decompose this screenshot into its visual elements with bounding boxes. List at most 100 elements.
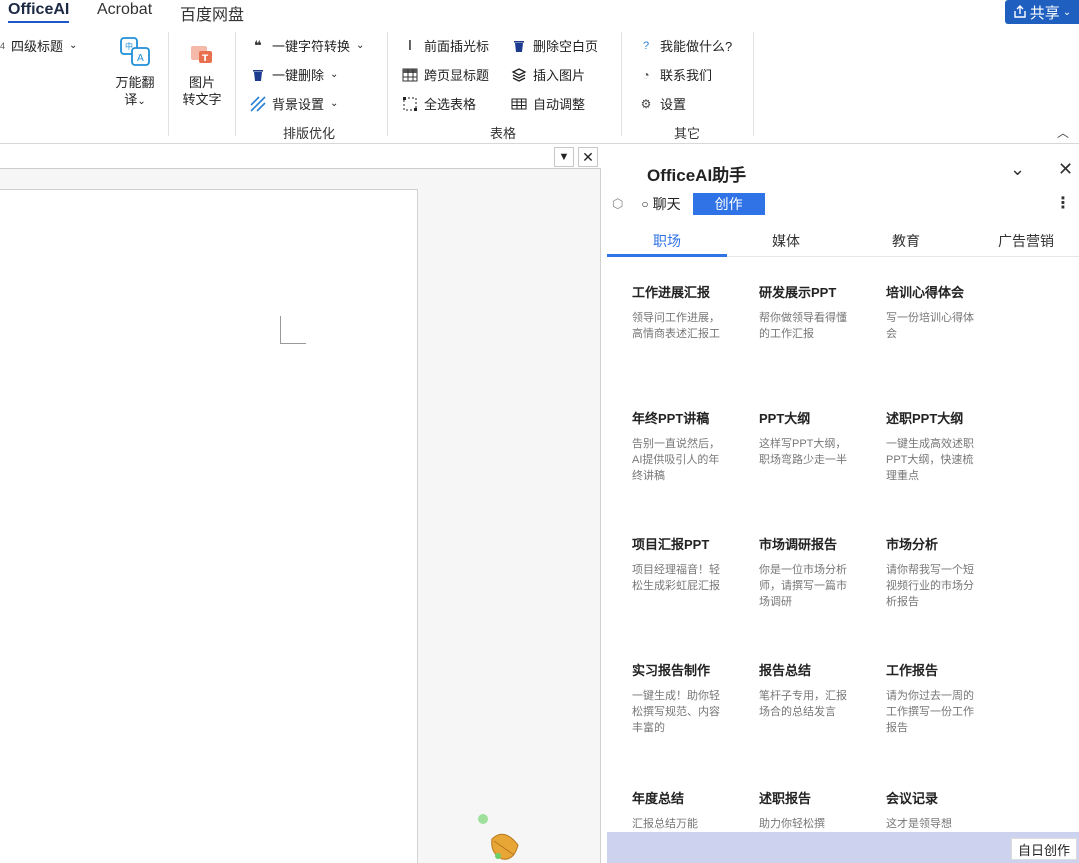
char-convert-button[interactable]: ❝ 一键字符转换 ⌄	[250, 36, 364, 55]
top-tab-bar: OfficeAI Acrobat 百度网盘 共享 ⌄	[0, 0, 1079, 26]
repeat-header-label: 跨页显标题	[424, 68, 490, 83]
template-card[interactable]: 年终PPT讲稿 告别一直说然后，AI提供吸引人的年终讲稿	[632, 409, 722, 484]
template-card[interactable]: 培训心得体会 写一份培训心得体会	[886, 283, 976, 342]
category-advertising[interactable]: 广告营销	[998, 231, 1054, 251]
card-title: 工作报告	[886, 663, 939, 678]
category-education[interactable]: 教育	[892, 231, 920, 251]
translate-icon: 中 A	[120, 37, 150, 66]
template-card[interactable]: 项目汇报PPT 项目经理福音！轻松生成彩虹屁汇报	[632, 535, 722, 610]
card-desc: 这才是领导想	[886, 818, 952, 830]
translate-label-1: 万能翻	[115, 75, 155, 90]
share-button[interactable]: 共享 ⌄	[1005, 0, 1079, 24]
close-icon[interactable]: ✕	[1058, 159, 1073, 180]
card-desc: 一键生成高效述职PPT大纲，快速梳理重点	[886, 438, 974, 482]
insert-cursor-label: 前面插光标	[424, 39, 490, 54]
card-title: 培训心得体会	[886, 285, 965, 300]
insert-cursor-before-button[interactable]: I 前面插光标	[402, 36, 489, 55]
divider	[753, 32, 754, 136]
card-desc: 领导问工作进展，高情商表述汇报工作	[632, 312, 720, 340]
template-card[interactable]: 市场分析 请你帮我写一个短视频行业的市场分析报告	[886, 535, 976, 610]
chevron-down-icon: ⌄	[1062, 6, 1072, 18]
wechat-icon: ◔	[642, 67, 650, 82]
image-to-text-button[interactable]: T 图片 转文字	[178, 42, 226, 108]
divider	[235, 32, 236, 136]
background-settings-label: 背景设置	[272, 97, 325, 112]
template-card[interactable]: 年度总结 汇报总结万能	[632, 789, 722, 832]
translate-button[interactable]: 中 A 万能翻 译⌄	[110, 36, 160, 110]
quick-delete-button[interactable]: 一键删除 ⌄	[250, 65, 338, 84]
what-can-i-do-button[interactable]: ? 我能做什么?	[638, 36, 732, 55]
heading-level-dropdown[interactable]: 4 四级标题 ⌄	[0, 36, 77, 55]
template-card[interactable]: 报告总结 笔杆子专用，汇报场合的总结发言	[759, 661, 849, 736]
contact-us-button[interactable]: ◔ 联系我们	[638, 65, 712, 84]
category-tabs: 职场 媒体 教育 广告营销	[607, 229, 1079, 257]
auto-adjust-label: 自动调整	[533, 97, 586, 112]
chat-icon: ○	[641, 197, 649, 211]
document-page[interactable]	[0, 189, 418, 863]
insert-image-button[interactable]: 插入图片	[511, 65, 585, 84]
select-all-tables-button[interactable]: 全选表格	[402, 94, 476, 113]
select-all-tables-label: 全选表格	[424, 97, 477, 112]
stripes-icon	[250, 95, 266, 112]
table-icon	[511, 98, 527, 109]
quick-delete-label: 一键删除	[272, 68, 325, 83]
share-icon	[1014, 5, 1026, 18]
settings-label: 设置	[660, 97, 687, 112]
chevron-down-icon: ⌄	[137, 96, 146, 107]
trash-icon	[253, 69, 263, 81]
image-to-text-label-1: 图片	[188, 75, 215, 90]
chevron-down-icon: ⌄	[330, 98, 339, 109]
template-card[interactable]: 实习报告制作 一键生成！助你轻松撰写规范、内容丰富的	[632, 661, 722, 736]
more-options-icon[interactable]: ⋮	[1055, 193, 1071, 213]
insert-image-label: 插入图片	[533, 68, 586, 83]
tab-acrobat[interactable]: Acrobat	[97, 1, 152, 19]
card-title: 市场调研报告	[759, 537, 838, 552]
category-workplace[interactable]: 职场	[653, 231, 681, 251]
template-card[interactable]: PPT大纲 这样写PPT大纲，职场弯路少走一半	[759, 409, 849, 484]
daily-creation-button[interactable]: 自日创作	[1010, 838, 1077, 860]
card-desc: 请你帮我写一个短视频行业的市场分析报告	[886, 564, 974, 608]
panel-footer: 自日创作	[607, 832, 1079, 863]
text-cursor-icon: I	[407, 37, 413, 54]
triangle-down-icon: ▼	[558, 151, 570, 163]
template-card[interactable]: 市场调研报告 你是一位市场分析师，请撰写一篇市场调研	[759, 535, 849, 610]
tab-officeai[interactable]: OfficeAI	[8, 1, 70, 23]
settings-button[interactable]: ⚙ 设置	[638, 94, 686, 113]
template-card[interactable]: 研发展示PPT 帮你做领导看得懂的工作汇报	[759, 283, 849, 342]
card-title: 年终PPT讲稿	[632, 411, 710, 426]
repeat-header-button[interactable]: 跨页显标题	[402, 65, 489, 84]
cube-icon[interactable]: ⬡	[612, 196, 623, 212]
group-label-other: 其它	[674, 126, 701, 141]
mode-chat-tab[interactable]: ○ 聊天	[641, 194, 680, 214]
layers-icon	[511, 67, 527, 82]
quote-icon: ❝	[254, 37, 262, 53]
heading-icon: 4	[0, 40, 6, 51]
template-card[interactable]: 工作进展汇报 领导问工作进展，高情商表述汇报工作	[632, 283, 722, 342]
card-title: 报告总结	[759, 663, 812, 678]
template-card[interactable]: 会议记录 这才是领导想	[886, 789, 976, 832]
template-card[interactable]: 工作报告 请为你过去一周的工作撰写一份工作报告	[886, 661, 976, 736]
divider	[387, 32, 388, 136]
chevron-down-icon[interactable]: ⌄	[1010, 159, 1025, 180]
card-title: 研发展示PPT	[759, 285, 837, 300]
card-title: PPT大纲	[759, 411, 811, 426]
template-card[interactable]: 述职报告 助力你轻松撰	[759, 789, 849, 832]
card-title: 实习报告制作	[632, 663, 711, 678]
close-button[interactable]: ✕	[578, 147, 598, 167]
mode-create-tab[interactable]: 创作	[692, 193, 765, 215]
question-icon: ?	[642, 39, 650, 52]
collapse-ribbon-icon[interactable]: ︿	[1057, 124, 1069, 141]
auto-adjust-button[interactable]: 自动调整	[511, 94, 585, 113]
card-desc: 项目经理福音！轻松生成彩虹屁汇报	[632, 564, 720, 592]
card-title: 述职报告	[759, 791, 812, 806]
category-media[interactable]: 媒体	[772, 231, 800, 251]
template-card[interactable]: 述职PPT大纲 一键生成高效述职PPT大纲，快速梳理重点	[886, 409, 976, 484]
tab-baidu-netdisk[interactable]: 百度网盘	[180, 1, 244, 25]
dropdown-button[interactable]: ▼	[554, 147, 574, 167]
divider	[168, 32, 169, 136]
background-settings-button[interactable]: 背景设置 ⌄	[250, 94, 338, 113]
card-title: 会议记录	[886, 791, 939, 806]
card-title: 述职PPT大纲	[886, 411, 964, 426]
translate-label-2: 译	[124, 92, 138, 107]
delete-blank-page-button[interactable]: 删除空白页	[511, 36, 598, 55]
